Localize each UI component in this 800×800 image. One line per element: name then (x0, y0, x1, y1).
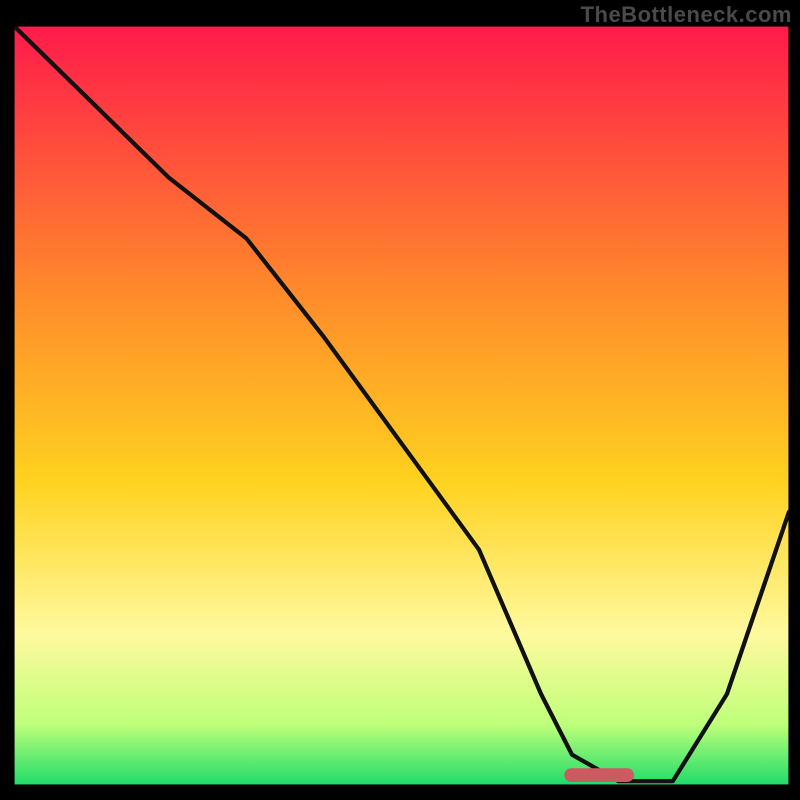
chart-stage: TheBottleneck.com (0, 0, 800, 800)
optimum-marker (564, 768, 634, 782)
bottleneck-plot (14, 26, 789, 785)
watermark-text: TheBottleneck.com (581, 2, 792, 28)
